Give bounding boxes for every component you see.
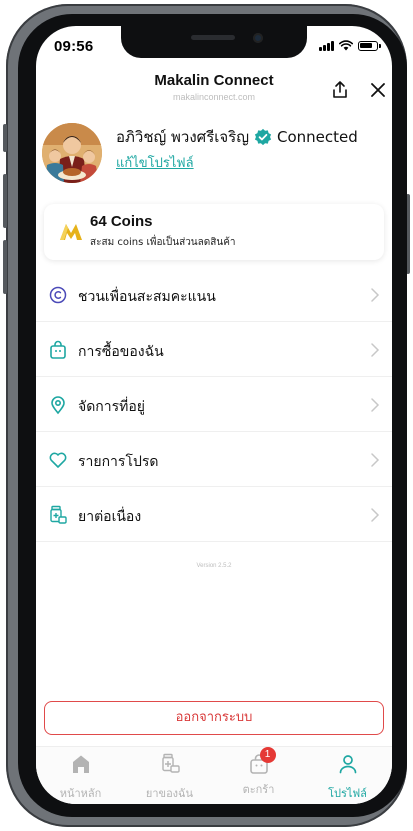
- menu-label: จัดการที่อยู่: [78, 399, 145, 415]
- avatar[interactable]: [42, 123, 102, 183]
- mute-switch: [3, 124, 7, 152]
- close-icon[interactable]: [368, 80, 388, 100]
- nav-item-home[interactable]: หน้าหลัก: [36, 753, 125, 802]
- chevron-right-icon: [371, 343, 380, 357]
- profile-name-row: อภิวิชญ์ พวงศรีเจริญ Connected: [116, 125, 358, 149]
- nav-label: ตะกร้า: [242, 783, 275, 796]
- speaker: [191, 35, 235, 40]
- edit-profile-link[interactable]: แก้ไขโปรไฟล์: [116, 152, 194, 173]
- verified-badge-icon: [254, 128, 272, 146]
- nav-label: โปรไฟล์: [328, 787, 367, 800]
- menu-item-favorites[interactable]: รายการโปรด: [36, 433, 392, 487]
- notch: [121, 26, 307, 58]
- copyright-circle-icon: [49, 286, 67, 304]
- nav-label: ยาของฉัน: [145, 787, 194, 800]
- menu-label: การซื้อของฉัน: [78, 344, 164, 360]
- heart-icon: [49, 452, 67, 468]
- menu-item-continuous-medicine[interactable]: ยาต่อเนื่อง: [36, 488, 392, 542]
- avatar-image: [42, 123, 102, 183]
- volume-up-button: [3, 174, 7, 228]
- menu-item-manage-address[interactable]: จัดการที่อยู่: [36, 378, 392, 432]
- volume-down-button: [3, 240, 7, 294]
- nav-item-cart[interactable]: 1 ตะกร้า: [214, 747, 303, 798]
- battery-icon: [358, 40, 381, 51]
- nav-item-profile[interactable]: โปรไฟล์: [303, 753, 392, 802]
- status-icons: [319, 40, 381, 51]
- coins-balance: 64 Coins: [90, 213, 153, 230]
- medicine-icon: [50, 505, 67, 524]
- user-icon: [339, 755, 356, 774]
- connection-status: Connected: [277, 128, 358, 146]
- cart-badge: 1: [259, 747, 276, 763]
- status-time: 09:56: [54, 38, 94, 55]
- app-screen: 09:56 Makalin Connect makalinconnect.com: [36, 26, 392, 804]
- location-pin-icon: [51, 396, 65, 415]
- home-icon: [72, 755, 89, 773]
- app-version: Version 2.5.2: [196, 563, 232, 569]
- chevron-right-icon: [371, 453, 380, 467]
- signal-icon: [319, 40, 334, 51]
- chevron-right-icon: [371, 398, 380, 412]
- logout-button[interactable]: ออกจากระบบ: [44, 701, 384, 735]
- chevron-right-icon: [371, 508, 380, 522]
- bottom-nav: หน้าหลัก ยาของฉัน 1 ตะกร้า โปรไฟล์: [36, 746, 392, 804]
- menu-item-invite-friends[interactable]: ชวนเพื่อนสะสมคะแนน: [36, 268, 392, 322]
- coin-logo-icon: [60, 224, 82, 240]
- nav-item-my-meds[interactable]: ยาของฉัน: [125, 753, 214, 802]
- medicine-icon: [161, 753, 180, 773]
- share-icon[interactable]: [330, 80, 350, 100]
- wifi-icon: [339, 40, 353, 51]
- camera: [253, 33, 263, 43]
- shopping-bag-icon: [50, 340, 66, 359]
- menu-label: ยาต่อเนื่อง: [78, 509, 142, 525]
- coins-card[interactable]: 64 Coins สะสม coins เพื่อเป็นส่วนลดสินค้…: [44, 204, 384, 260]
- menu-label: รายการโปรด: [78, 454, 159, 470]
- coins-description: สะสม coins เพื่อเป็นส่วนลดสินค้า: [90, 237, 236, 248]
- chevron-right-icon: [371, 288, 380, 302]
- nav-label: หน้าหลัก: [59, 787, 102, 800]
- menu-item-my-purchases[interactable]: การซื้อของฉัน: [36, 323, 392, 377]
- cart-icon-wrap: 1: [248, 747, 276, 775]
- profile-name: อภิวิชญ์ พวงศรีเจริญ: [116, 128, 250, 146]
- menu-label: ชวนเพื่อนสะสมคะแนน: [78, 289, 216, 305]
